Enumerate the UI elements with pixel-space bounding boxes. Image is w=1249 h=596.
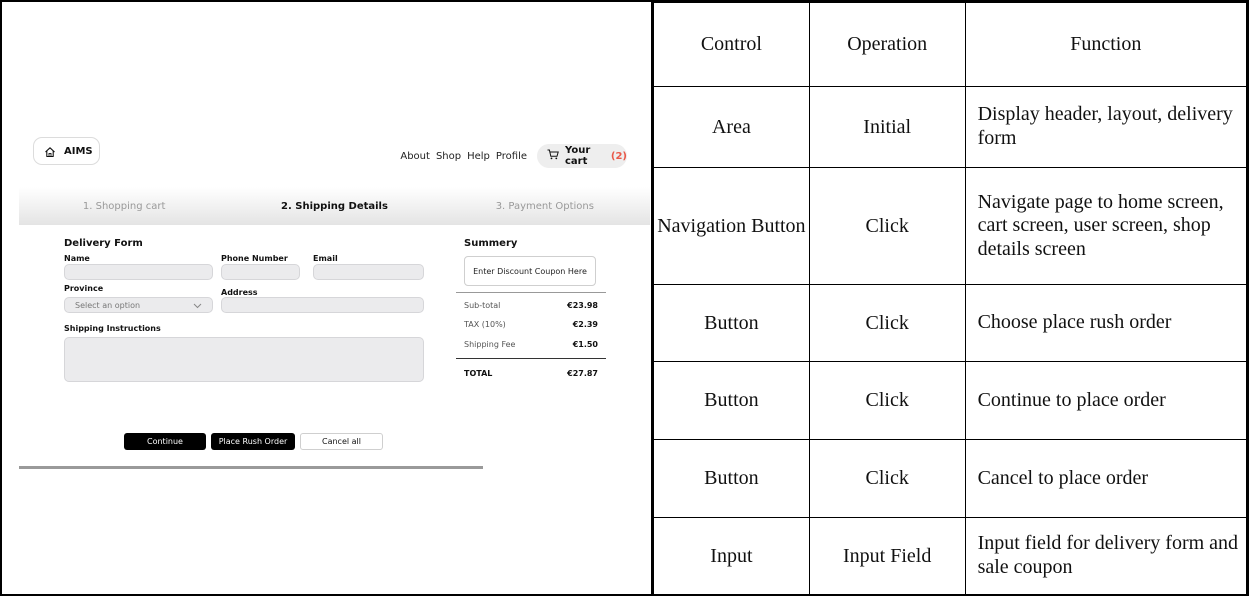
table-cell: Display header, layout, delivery form: [964, 86, 1248, 168]
step-shopping-cart[interactable]: 1. Shopping cart: [19, 201, 229, 212]
phone-input[interactable]: [221, 264, 300, 280]
table-cell: Navigate page to home screen, cart scree…: [964, 167, 1248, 285]
province-select[interactable]: Select an option: [64, 297, 213, 313]
continue-button[interactable]: Continue: [124, 433, 206, 450]
summary-divider: [456, 292, 606, 293]
table-row: Input Input Field Input field for delive…: [653, 517, 1248, 595]
summary-row-tax: TAX (10%) €2.39: [464, 320, 598, 329]
shipping-instructions-textarea[interactable]: [64, 337, 424, 382]
home-icon: [44, 145, 56, 158]
table-cell: Input Field: [808, 517, 966, 595]
cart-label: Your cart: [565, 145, 591, 167]
summary-row-subtotal: Sub-total €23.98: [464, 301, 598, 310]
table-header-row: Control Operation Function: [653, 2, 1248, 87]
summary-total-divider: [456, 358, 606, 359]
shipping-mockup: AIMS About Shop Help Profile Your cart (…: [2, 2, 651, 594]
address-label: Address: [221, 288, 258, 297]
cart-count-badge: (2): [610, 150, 627, 162]
header-control: Control: [653, 2, 810, 87]
place-rush-order-button[interactable]: Place Rush Order: [211, 433, 295, 450]
table-cell: Input: [653, 517, 810, 595]
table-row: Button Click Choose place rush order: [653, 284, 1248, 362]
table-cell: Button: [653, 284, 810, 362]
summary-row-shipping: Shipping Fee €1.50: [464, 340, 598, 349]
summary-row-total: TOTAL €27.87: [464, 369, 598, 378]
table-cell: Button: [653, 361, 810, 440]
control-table: Control Operation Function Area Initial …: [653, 2, 1248, 595]
subtotal-value: €23.98: [567, 301, 598, 310]
shipping-fee-label: Shipping Fee: [464, 340, 516, 349]
discount-coupon-input[interactable]: Enter Discount Coupon Here: [464, 256, 596, 286]
table-row: Button Click Continue to place order: [653, 361, 1248, 440]
phone-label: Phone Number: [221, 254, 288, 263]
nav-about[interactable]: About: [400, 151, 430, 162]
cart-icon: [547, 147, 559, 165]
tax-value: €2.39: [572, 320, 598, 329]
table-cell: Input field for delivery form and sale c…: [964, 517, 1248, 595]
table-cell: Cancel to place order: [964, 439, 1248, 518]
table-cell: Initial: [808, 86, 966, 168]
table-cell: Click: [808, 167, 966, 285]
table-cell: Area: [653, 86, 810, 168]
shipping-instructions-label: Shipping Instructions: [64, 324, 161, 333]
checkout-steps: 1. Shopping cart 2. Shipping Details 3. …: [19, 187, 650, 225]
header-operation: Operation: [808, 2, 966, 87]
table-row: Area Initial Display header, layout, del…: [653, 86, 1248, 168]
step-shipping-details[interactable]: 2. Shipping Details: [229, 201, 439, 212]
name-label: Name: [64, 254, 90, 263]
table-row: Button Click Cancel to place order: [653, 439, 1248, 518]
cancel-all-button[interactable]: Cancel all: [300, 433, 383, 450]
province-label: Province: [64, 284, 104, 293]
total-label: TOTAL: [464, 369, 493, 378]
table-cell: Navigation Button: [653, 167, 810, 285]
nav-shop[interactable]: Shop: [436, 151, 461, 162]
delivery-form-title: Delivery Form: [64, 238, 143, 249]
cart-button[interactable]: Your cart (2): [537, 144, 627, 168]
email-label: Email: [313, 254, 338, 263]
table-cell: Choose place rush order: [964, 284, 1248, 362]
horizontal-scrollbar[interactable]: [19, 466, 483, 469]
step-payment-options[interactable]: 3. Payment Options: [440, 201, 650, 212]
shipping-fee-value: €1.50: [572, 340, 598, 349]
name-input[interactable]: [64, 264, 213, 280]
nav-help[interactable]: Help: [467, 151, 490, 162]
total-value: €27.87: [567, 369, 598, 378]
province-select-value: Select an option: [75, 300, 141, 310]
top-nav: About Shop Help Profile Your cart (2): [400, 144, 651, 168]
nav-profile[interactable]: Profile: [496, 151, 527, 162]
tax-label: TAX (10%): [464, 320, 506, 329]
table-cell: Continue to place order: [964, 361, 1248, 440]
table-cell: Click: [808, 361, 966, 440]
table-cell: Click: [808, 439, 966, 518]
logo-text: AIMS: [64, 145, 93, 157]
table-row: Navigation Button Click Navigate page to…: [653, 167, 1248, 285]
chevron-down-icon: [193, 296, 202, 314]
address-input[interactable]: [221, 297, 424, 313]
home-logo-button[interactable]: AIMS: [33, 137, 100, 165]
email-input[interactable]: [313, 264, 424, 280]
summary-title: Summery: [464, 238, 518, 249]
header-function: Function: [964, 2, 1248, 87]
table-cell: Button: [653, 439, 810, 518]
subtotal-label: Sub-total: [464, 301, 501, 310]
table-cell: Click: [808, 284, 966, 362]
